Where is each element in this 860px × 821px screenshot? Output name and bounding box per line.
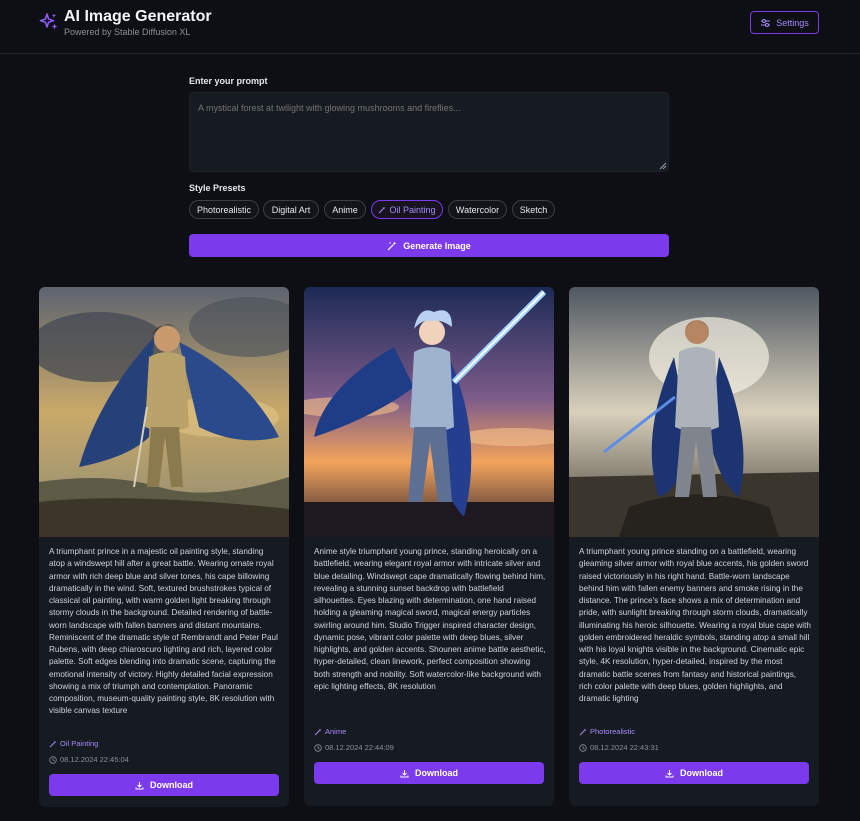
- magic-wand-icon: [314, 728, 322, 735]
- sliders-icon: [761, 18, 771, 27]
- style-tag: Photorealistic: [579, 727, 635, 736]
- download-label: Download: [150, 780, 193, 790]
- result-card: A triumphant prince in a majestic oil pa…: [39, 287, 289, 807]
- style-tag-label: Photorealistic: [590, 727, 636, 736]
- prompt-input[interactable]: [189, 92, 669, 172]
- magic-wand-icon: [379, 206, 386, 213]
- timestamp-text: 08.12.2024 22:44:09: [325, 743, 394, 752]
- magic-wand-icon: [387, 241, 397, 250]
- style-presets-label: Style Presets: [189, 183, 246, 193]
- chip-label: Sketch: [519, 204, 548, 215]
- magic-wand-icon: [579, 728, 587, 735]
- download-icon: [665, 769, 674, 777]
- clock-icon: [579, 743, 587, 752]
- timestamp: 08.12.2024 22:43:31: [579, 743, 659, 752]
- prompt-label: Enter your prompt: [189, 76, 268, 86]
- image-description: Anime style triumphant young prince, sta…: [314, 547, 546, 691]
- magic-wand-icon: [49, 740, 57, 747]
- chip-label: Watercolor: [455, 204, 500, 215]
- chip-label: Photorealistic: [196, 204, 252, 215]
- style-tag: Anime: [314, 727, 346, 736]
- style-tag-label: Anime: [325, 727, 347, 736]
- timestamp: 08.12.2024 22:44:09: [314, 743, 394, 752]
- result-card: A triumphant young prince standing on a …: [569, 287, 819, 806]
- app-subtitle: Powered by Stable Diffusion XL: [64, 27, 191, 37]
- timestamp-text: 08.12.2024 22:43:31: [590, 743, 659, 752]
- download-icon: [400, 769, 409, 777]
- download-icon: [135, 781, 144, 789]
- timestamp: 08.12.2024 22:45:04: [49, 755, 129, 764]
- resize-handle-icon[interactable]: [659, 162, 667, 170]
- generate-label: Generate Image: [403, 240, 471, 251]
- result-card: Anime style triumphant young prince, sta…: [304, 287, 554, 806]
- download-button[interactable]: Download: [314, 762, 544, 784]
- style-chip-digital-art[interactable]: Digital Art: [263, 200, 319, 219]
- chip-label: Oil Painting: [389, 204, 436, 215]
- style-chip-watercolor[interactable]: Watercolor: [448, 200, 507, 219]
- download-label: Download: [680, 768, 723, 778]
- style-chip-sketch[interactable]: Sketch: [512, 200, 555, 219]
- settings-button[interactable]: Settings: [750, 11, 819, 34]
- download-label: Download: [415, 768, 458, 778]
- generated-image: [569, 287, 819, 537]
- chip-label: Anime: [332, 204, 358, 215]
- image-description: A triumphant prince in a majestic oil pa…: [49, 547, 278, 716]
- clock-icon: [49, 755, 57, 764]
- settings-label: Settings: [776, 17, 809, 28]
- style-chip-anime[interactable]: Anime: [324, 200, 366, 219]
- generate-image-button[interactable]: Generate Image: [189, 234, 669, 257]
- app-title: AI Image Generator: [64, 8, 212, 25]
- style-chip-photorealistic[interactable]: Photorealistic: [189, 200, 259, 219]
- clock-icon: [314, 743, 322, 752]
- download-button[interactable]: Download: [579, 762, 809, 784]
- style-chip-oil-painting[interactable]: Oil Painting: [371, 200, 443, 219]
- image-description: A triumphant young prince standing on a …: [579, 547, 811, 703]
- generated-image: [39, 287, 289, 537]
- chip-label: Digital Art: [271, 204, 311, 215]
- sparkles-icon: [39, 13, 58, 30]
- style-tag-label: Oil Painting: [60, 739, 99, 748]
- generated-image: [304, 287, 554, 537]
- style-tag: Oil Painting: [49, 739, 98, 748]
- download-button[interactable]: Download: [49, 774, 279, 796]
- app-header: AI Image Generator Powered by Stable Dif…: [0, 0, 860, 54]
- timestamp-text: 08.12.2024 22:45:04: [60, 755, 129, 764]
